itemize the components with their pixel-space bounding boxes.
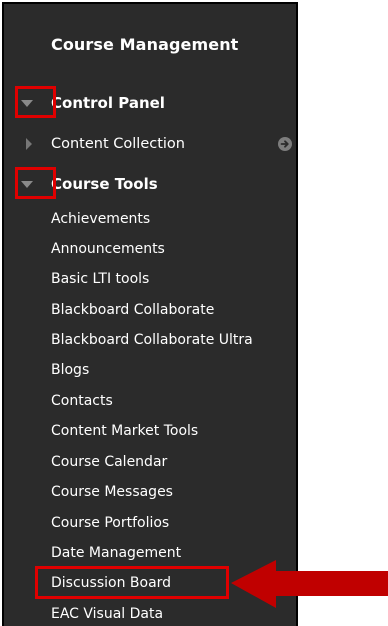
- highlight-discussion-board: [35, 566, 229, 599]
- triangle-right-icon[interactable]: [26, 138, 32, 150]
- tool-date-management[interactable]: Date Management: [51, 543, 181, 563]
- highlight-control-panel-toggle: [15, 86, 56, 118]
- course-tools-label: Course Tools: [51, 175, 158, 193]
- tool-announcements[interactable]: Announcements: [51, 239, 165, 259]
- tool-content-market-tools[interactable]: Content Market Tools: [51, 421, 198, 441]
- tool-course-portfolios[interactable]: Course Portfolios: [51, 513, 169, 533]
- tool-blackboard-collaborate[interactable]: Blackboard Collaborate: [51, 300, 214, 320]
- arrow-right-circle-icon[interactable]: [278, 137, 292, 151]
- annotation-arrow-icon: [231, 560, 388, 608]
- tool-blogs[interactable]: Blogs: [51, 360, 89, 380]
- tool-blackboard-collaborate-ultra[interactable]: Blackboard Collaborate Ultra: [51, 330, 253, 350]
- tool-course-messages[interactable]: Course Messages: [51, 482, 173, 502]
- content-collection-label: Content Collection: [51, 136, 185, 152]
- control-panel-label: Control Panel: [51, 94, 165, 112]
- tool-basic-lti-tools[interactable]: Basic LTI tools: [51, 269, 149, 289]
- tool-contacts[interactable]: Contacts: [51, 391, 113, 411]
- panel-title: Course Management: [51, 35, 239, 54]
- tool-course-calendar[interactable]: Course Calendar: [51, 452, 167, 472]
- tool-achievements[interactable]: Achievements: [51, 209, 150, 229]
- content-collection-item[interactable]: Content Collection: [4, 133, 296, 155]
- highlight-course-tools-toggle: [15, 167, 56, 199]
- course-management-panel: Course Management Control Panel Content …: [2, 2, 298, 626]
- tool-eac-visual-data[interactable]: EAC Visual Data: [51, 604, 163, 624]
